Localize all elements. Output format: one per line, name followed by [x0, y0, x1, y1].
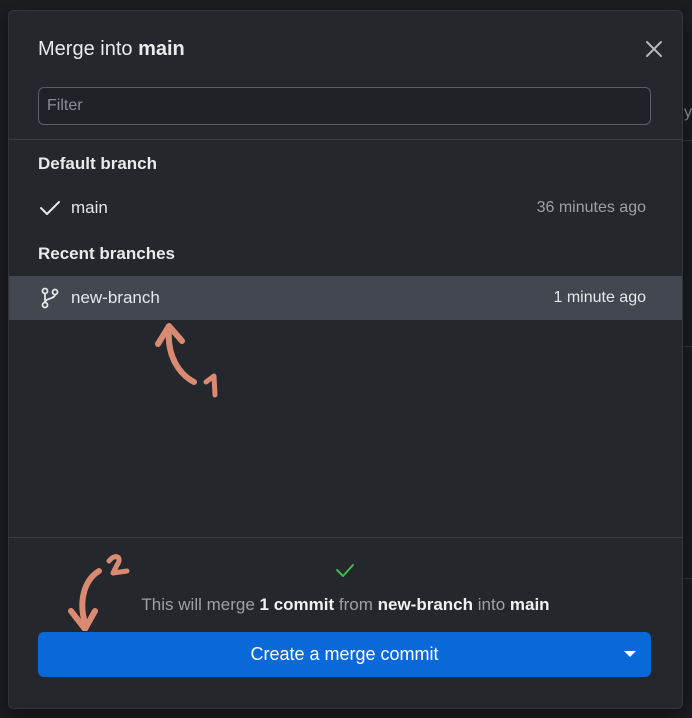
merge-dialog: Merge into main Default branch main 36 m…	[8, 10, 683, 709]
background-partial-text: y	[684, 104, 692, 121]
create-merge-commit-button[interactable]: Create a merge commit	[38, 632, 651, 677]
annotation-arrow-2	[68, 554, 130, 631]
filter-input[interactable]	[38, 87, 651, 125]
merge-button-label: Create a merge commit	[250, 644, 439, 664]
merge-footer: This will merge 1 commit from new-branch…	[9, 537, 682, 708]
dialog-title: Merge into main	[38, 38, 185, 60]
close-icon	[646, 41, 662, 57]
branch-item-new-branch[interactable]: new-branch 1 minute ago	[9, 276, 682, 320]
annotation-arrow-1	[155, 323, 218, 398]
check-icon	[336, 564, 354, 577]
branch-item-main[interactable]: main 36 minutes ago	[9, 186, 682, 230]
branch-name: main	[71, 198, 108, 217]
branch-time: 36 minutes ago	[536, 199, 646, 216]
merge-summary: This will merge 1 commit from new-branch…	[141, 595, 550, 614]
git-branch-icon	[39, 287, 61, 309]
divider	[9, 537, 682, 538]
branch-name: new-branch	[71, 288, 160, 307]
default-branch-heading: Default branch	[38, 154, 158, 173]
divider	[9, 139, 682, 140]
recent-branches-heading: Recent branches	[38, 244, 175, 263]
check-icon	[39, 197, 61, 219]
branch-time: 1 minute ago	[553, 289, 646, 306]
chevron-down-icon[interactable]	[623, 649, 637, 659]
close-button[interactable]	[644, 39, 664, 59]
